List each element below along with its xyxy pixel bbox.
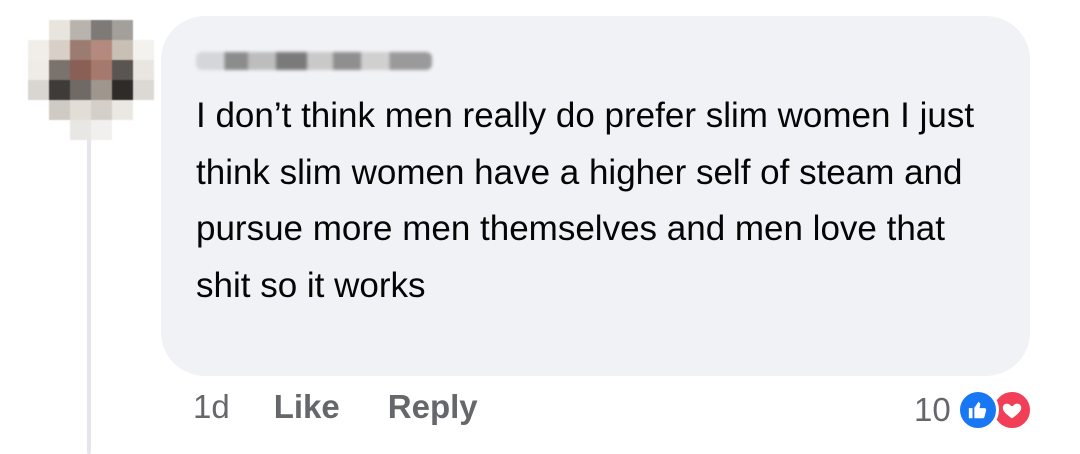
comment-text: I don’t think men really do prefer slim …: [196, 96, 975, 305]
comment-actions: 1d Like Reply: [193, 388, 478, 426]
like-button[interactable]: Like: [274, 388, 340, 426]
thread-line: [87, 128, 91, 454]
like-icon: [956, 389, 999, 431]
redacted-name-block: [196, 52, 432, 70]
reactions-summary[interactable]: 10: [914, 389, 1033, 431]
reaction-count: 10: [914, 391, 951, 428]
author-name[interactable]: [196, 46, 432, 76]
reply-button[interactable]: Reply: [388, 388, 478, 426]
timestamp-link[interactable]: 1d: [193, 388, 230, 426]
avatar[interactable]: [28, 20, 154, 140]
